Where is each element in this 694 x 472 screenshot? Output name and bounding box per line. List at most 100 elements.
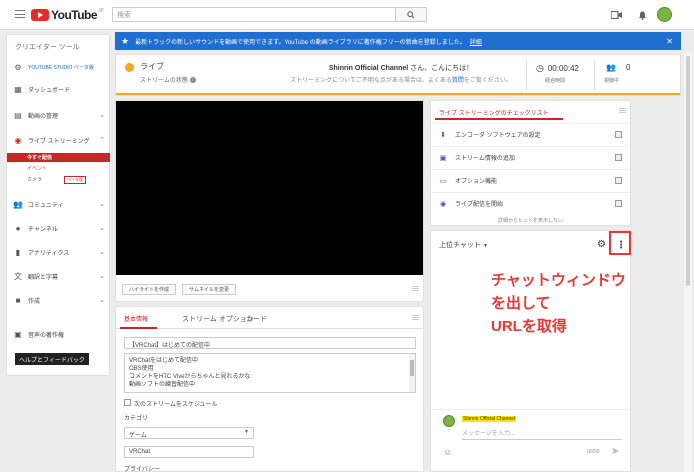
checklist-checkbox[interactable]: [615, 177, 622, 184]
sidebar-item-label: ダッシュボード: [28, 87, 71, 94]
youtube-logo[interactable]: YouTube JP: [31, 8, 104, 22]
chevron-down-icon: ⌄: [99, 297, 105, 304]
create-icon: ■: [15, 295, 21, 305]
gear-icon[interactable]: ⚙: [597, 239, 606, 250]
drag-handle-icon[interactable]: [619, 108, 626, 114]
tab-basic-info[interactable]: 基本情報: [124, 314, 148, 323]
help-feedback-button[interactable]: ヘルプとフィードバック: [15, 353, 89, 365]
description-field[interactable]: VRChatをはじめて配信中 OBS使用 コメントをHTC Viveからちゃんと…: [124, 353, 416, 393]
broadcast-icon: ◉: [439, 200, 447, 208]
page-scrollbar[interactable]: [684, 52, 692, 472]
schedule-checkbox[interactable]: [124, 399, 131, 406]
checklist-item[interactable]: ▭ オプション機能: [431, 169, 630, 191]
chat-mode-select[interactable]: 上位チャット ▼: [439, 240, 488, 250]
chevron-up-icon: ⌃: [99, 137, 105, 144]
sidebar-item-live-streaming[interactable]: ◉ ライブ ストリーミング ⌃: [7, 133, 111, 147]
divider: [594, 60, 595, 90]
viewers-count: 👥 0: [606, 63, 630, 72]
sidebar-item-label: チャンネル: [28, 226, 58, 233]
stream-info-card: 基本情報 ストリーム オプション カード 【VRChat】はじめての配信中 VR…: [115, 306, 424, 472]
chat-message-input[interactable]: メッセージを入力...: [462, 428, 622, 440]
menu-icon[interactable]: [15, 10, 25, 18]
clock-icon: ◷: [536, 63, 544, 73]
help-text: ストリーミングについてご不明な点がある場合は、よくある質問をご覧ください。: [266, 75, 536, 84]
notifications-icon[interactable]: [636, 9, 648, 21]
sidebar-item-translations[interactable]: 文 翻訳と字幕 ⌄: [7, 269, 111, 283]
help-text-body: ストリーミングについてご不明な点がある場合は、よくある: [290, 78, 452, 84]
video-manager-icon: ▤: [14, 110, 22, 120]
category-select[interactable]: ゲーム ▼: [124, 427, 254, 439]
description-line: VRChatをはじめて配信中: [129, 358, 199, 364]
drag-handle-icon[interactable]: [412, 315, 419, 321]
sidebar-item-community[interactable]: 👥 コミュニティ ⌄: [7, 197, 111, 211]
checklist-item[interactable]: ◉ ライブ配信を開始: [431, 192, 630, 214]
chevron-down-icon: ▼: [482, 243, 488, 249]
description-scrollbar[interactable]: [409, 354, 415, 392]
video-preview[interactable]: [116, 101, 423, 275]
sidebar-subitem-camera[interactable]: カメラ ベータ版: [7, 175, 110, 184]
checklist-checkbox[interactable]: [615, 154, 622, 161]
stream-state-label: ストリームの状態 ?: [140, 75, 196, 84]
elapsed-time-label: 経過時間: [545, 78, 566, 84]
download-icon: ⬇: [440, 131, 446, 139]
title-field[interactable]: 【VRChat】はじめての配信中: [124, 337, 416, 349]
sidebar: クリエイター ツール ⚙ YOUTUBE STUDIO ベータ版 ▦ ダッシュボ…: [6, 34, 110, 376]
send-icon[interactable]: ➤: [611, 446, 619, 457]
sidebar-subitem-events[interactable]: イベント: [7, 164, 110, 173]
banner-details-link[interactable]: 詳細: [470, 37, 482, 46]
elapsed-time-value: 00:00:42: [547, 64, 579, 73]
emoji-icon[interactable]: ☺: [443, 447, 452, 457]
search-input[interactable]: 検索: [112, 7, 396, 22]
create-video-icon[interactable]: [610, 9, 622, 21]
sidebar-item-label: YOUTUBE STUDIO ベータ版: [28, 64, 94, 71]
checklist-checkbox[interactable]: [615, 200, 622, 207]
sidebar-item-video-manager[interactable]: ▤ 動画の管理 ⌄: [7, 108, 111, 122]
faq-link[interactable]: 質問: [452, 78, 464, 84]
description-line: 動画ソフトの練習配信中: [129, 382, 196, 388]
annotation-text: チャットウィンドウ を出して URLを取得: [491, 269, 626, 338]
logo-region: JP: [98, 8, 104, 14]
sidebar-item-audio-copyright[interactable]: ▣ 音声の著作権: [7, 327, 111, 341]
sidebar-item-channel[interactable]: ● チャンネル ⌄: [7, 221, 111, 235]
description-line: OBS使用: [129, 366, 154, 372]
checklist-item[interactable]: ⬇ エンコーダ ソフトウェアの設定: [431, 123, 630, 145]
analytics-icon: ▮: [15, 247, 21, 257]
avatar: [443, 415, 455, 427]
sidebar-item-label: ライブ ストリーミング: [28, 138, 90, 145]
sidebar-item-studio-beta[interactable]: ⚙ YOUTUBE STUDIO ベータ版: [7, 60, 111, 74]
dashboard-icon: ▦: [14, 84, 22, 94]
checklist-item-label: エンコーダ ソフトウェアの設定: [455, 133, 541, 139]
checklist-item-label: オプション機能: [455, 179, 498, 185]
greeting: Shinrin Official Channel さん、こんにちは！: [266, 63, 536, 73]
help-icon[interactable]: ?: [189, 77, 196, 84]
live-chat-panel: 上位チャット ▼ ⚙ ⋮ チャットウィンドウ を出して URLを取得 Shinri…: [430, 230, 631, 472]
gear-icon: ⚙: [14, 62, 22, 72]
search-button[interactable]: [395, 7, 427, 22]
banner-text: 最新トラックの新しいサウンドを動画で使用できます。YouTube の動画ライブラ…: [135, 39, 466, 46]
stream-status-bar: [116, 93, 680, 95]
highlight-box: [609, 231, 631, 255]
create-highlight-button[interactable]: ハイライトを作成: [122, 284, 176, 295]
game-field[interactable]: VRChat: [124, 446, 254, 458]
close-icon[interactable]: ✕: [666, 37, 673, 46]
sidebar-item-label: 動画の管理: [28, 113, 59, 120]
video-preview-card: ハイライトを作成 サムネイルを変更: [115, 100, 424, 302]
channel-icon: ●: [15, 223, 21, 233]
sidebar-item-dashboard[interactable]: ▦ ダッシュボード: [7, 82, 111, 96]
checklist-item[interactable]: ▣ ストリーム情報の追加: [431, 146, 630, 168]
chat-username: Shinrin Official Channel: [462, 416, 517, 422]
checklist-footer[interactable]: 詳細からヒントを表示しない: [431, 217, 630, 224]
checklist-checkbox[interactable]: [615, 131, 622, 138]
help-text-end: をご覧ください。: [463, 78, 512, 84]
sidebar-item-create[interactable]: ■ 作成 ⌄: [7, 293, 111, 307]
tab-stream-options[interactable]: ストリーム オプション: [182, 314, 254, 324]
avatar[interactable]: [657, 7, 672, 22]
change-thumbnail-button[interactable]: サムネイルを変更: [182, 284, 236, 295]
chevron-down-icon: ⌄: [99, 249, 105, 256]
sidebar-subitem-stream-now[interactable]: 今すぐ配信: [7, 153, 110, 162]
tab-cards[interactable]: カード: [246, 314, 267, 324]
sidebar-item-analytics[interactable]: ▮ アナリティクス ⌄: [7, 245, 111, 259]
greeting-suffix: さん、こんにちは！: [410, 65, 474, 72]
drag-handle-icon[interactable]: [412, 286, 419, 292]
checklist-title: ライブ ストリーミングのチェックリスト: [439, 111, 549, 117]
